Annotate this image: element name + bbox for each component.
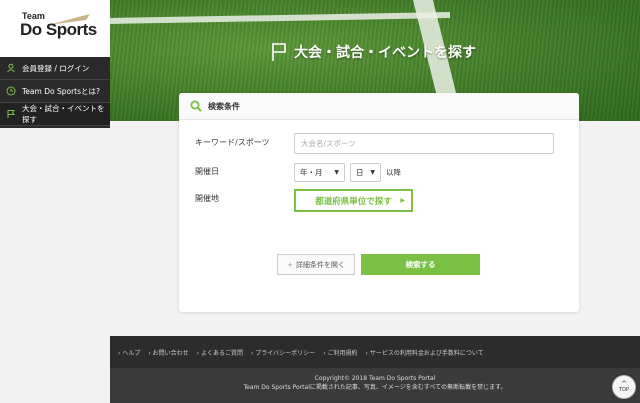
date-label: 開催日 [195,167,219,176]
detail-conditions-button-label: 詳細条件を開く [295,260,345,269]
footer-link-help[interactable]: ヘルプ [118,348,140,357]
flag-icon [6,109,16,119]
search-submit-button[interactable]: 検索する [361,254,480,275]
sidebar-item-label: 大会・試合・イベントを探す [22,104,105,124]
sidebar-item-events[interactable]: 大会・試合・イベントを探す [0,103,110,126]
copyright: Copyright© 2018 Team Do Sports Portal [314,375,436,382]
flag-icon [272,43,286,61]
user-icon [6,63,16,73]
dropdown-arrow-icon: ▼ [334,169,339,176]
footer-link-privacy[interactable]: プライバシーポリシー [251,348,315,357]
sidebar-item-label: Team Do Sportsとは? [22,86,100,96]
logo[interactable]: Team Do Sports [0,0,110,57]
footer-links: ヘルプ お問い合わせ よくあるご質問 プライバシーポリシー ご利用規約 サービス… [110,336,640,368]
footer-link-faq[interactable]: よくあるご質問 [197,348,243,357]
plus-icon: + [287,260,293,269]
dropdown-arrow-icon: ▼ [370,169,375,176]
prefecture-search-button-label: 都道府県単位で探す [315,196,392,207]
sidebar-item-label: 会員登録 / ログイン [22,63,90,73]
search-card: 検索条件 キーワード/スポーツ 開催日 年・月 ▼ 日 ▼ 以降 開催地 都道府… [179,93,579,312]
field-line [110,12,451,24]
keyword-label: キーワード/スポーツ [195,138,270,147]
date-suffix: 以降 [386,168,401,177]
sidebar-item-login[interactable]: 会員登録 / ログイン [0,57,110,80]
copyright-notice: Team Do Sports Portalに掲載された記事、写真、イメージを含む… [243,384,507,391]
back-to-top-label: TOP [618,387,629,393]
search-card-header: 検索条件 [179,93,579,120]
search-icon [190,100,202,112]
back-to-top-button[interactable]: ^ TOP [612,375,636,399]
footer-link-terms[interactable]: ご利用規約 [323,348,358,357]
logo-name-text: Do Sports [20,20,97,39]
page-title: 大会・試合・イベントを探す [270,42,476,62]
clock-icon [6,86,16,96]
sidebar: Team Do Sports 会員登録 / ログイン Team Do Sport… [0,0,110,128]
keyword-input[interactable] [294,133,554,154]
day-select[interactable]: 日 ▼ [350,163,381,182]
search-submit-button-label: 検索する [405,260,436,269]
footer-link-fees[interactable]: サービスの利用料金および手数料について [366,348,484,357]
sidebar-item-about[interactable]: Team Do Sportsとは? [0,80,110,103]
search-card-title: 検索条件 [208,101,240,111]
prefecture-search-button[interactable]: 都道府県単位で探す ▶ [294,189,413,212]
chevron-right-icon: ▶ [400,197,405,204]
month-select[interactable]: 年・月 ▼ [294,163,345,182]
day-select-value: 日 [356,168,364,177]
footer-bottom: Copyright© 2018 Team Do Sports Portal Te… [110,368,640,403]
footer-link-contact[interactable]: お問い合わせ [148,348,189,357]
detail-conditions-button[interactable]: + 詳細条件を開く [277,254,355,275]
page-title-text: 大会・試合・イベントを探す [294,45,476,61]
month-select-value: 年・月 [300,168,323,177]
place-label: 開催地 [195,194,219,203]
